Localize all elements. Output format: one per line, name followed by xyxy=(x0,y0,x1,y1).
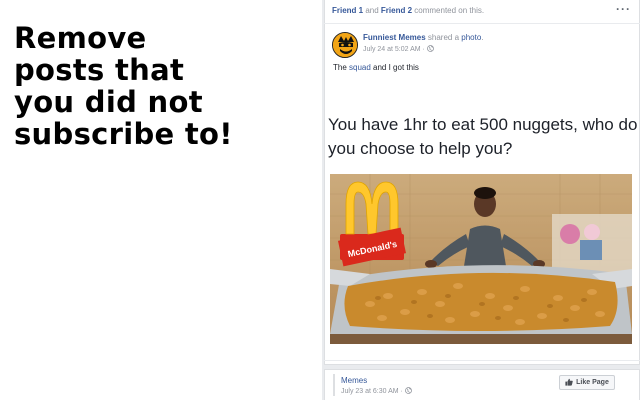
divider xyxy=(324,360,640,361)
promo-line: Remove xyxy=(14,21,147,55)
caption-link[interactable]: squad xyxy=(349,63,371,72)
post-photo[interactable]: McDonald's xyxy=(330,174,632,344)
activity-and: and xyxy=(363,6,381,15)
meme-text: You have 1hr to eat 500 nuggets, who do … xyxy=(328,115,638,158)
post-meta: July 24 at 5:02 AM · xyxy=(363,45,434,53)
post-header: Funniest Memes shared a photo. xyxy=(363,33,484,42)
shared-text: shared a xyxy=(425,33,462,42)
globe-icon xyxy=(404,387,412,395)
post-caption: The squad and I got this xyxy=(333,63,419,72)
period-text: . xyxy=(481,33,484,42)
more-options-icon[interactable]: ··· xyxy=(616,2,631,16)
globe-icon xyxy=(426,45,434,53)
next-post-timestamp[interactable]: July 23 at 6:30 AM xyxy=(341,388,399,395)
like-page-button[interactable]: Like Page xyxy=(559,375,615,390)
like-page-label: Like Page xyxy=(576,379,609,386)
friend-link[interactable]: Friend 1 xyxy=(332,6,363,15)
divider xyxy=(324,23,640,24)
page-avatar[interactable] xyxy=(332,32,358,58)
promo-headline: Remove posts that you did not subscribe … xyxy=(14,22,314,150)
promo-line: you did not xyxy=(14,85,203,119)
caption-text: The xyxy=(333,63,350,72)
page-name-link[interactable]: Funniest Memes xyxy=(363,33,426,42)
photo-link[interactable]: photo xyxy=(461,33,481,42)
friend-activity: Friend 1 and Friend 2 commented on this. xyxy=(332,6,484,15)
post-timestamp[interactable]: July 24 at 5:02 AM xyxy=(363,46,421,53)
post-indicator-bar xyxy=(333,374,335,396)
promo-line: posts that xyxy=(14,53,185,87)
next-page-name-link[interactable]: Memes xyxy=(341,376,367,385)
caption-text: and I got this xyxy=(370,63,419,72)
promo-line: subscribe to! xyxy=(14,117,233,151)
friend-link[interactable]: Friend 2 xyxy=(381,6,412,15)
next-post-meta: July 23 at 6:30 AM · xyxy=(341,387,412,395)
nuggets-photo: McDonald's xyxy=(330,174,632,344)
activity-action: commented on this. xyxy=(412,6,485,15)
thumbs-up-icon xyxy=(565,378,573,388)
